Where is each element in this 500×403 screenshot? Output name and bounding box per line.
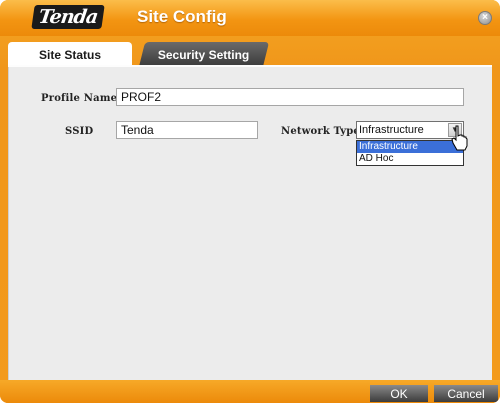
site-status-panel <box>8 67 492 380</box>
cancel-button[interactable]: Cancel <box>434 385 498 402</box>
profile-name-label: Profile Name <box>41 93 118 104</box>
profile-name-input[interactable] <box>116 88 464 106</box>
network-type-select[interactable]: Infrastructure ▼ <box>356 121 464 139</box>
window-title: Site Config <box>137 7 227 26</box>
tab-site-status[interactable]: Site Status <box>8 42 132 67</box>
network-type-label: Network Type <box>281 126 360 137</box>
close-icon[interactable]: × <box>478 11 492 25</box>
title-bar[interactable]: Tenda Site Config × <box>0 0 500 36</box>
ssid-input[interactable] <box>116 121 258 139</box>
tab-security-setting[interactable]: Security Setting <box>138 42 270 67</box>
option-ad-hoc[interactable]: AD Hoc <box>357 153 463 165</box>
network-type-dropdown: Infrastructure AD Hoc <box>356 140 464 166</box>
hand-cursor-icon <box>451 125 468 151</box>
tab-label: Site Status <box>38 48 101 62</box>
ok-button[interactable]: OK <box>370 385 428 402</box>
tenda-logo: Tenda <box>31 5 105 29</box>
network-type-value: Infrastructure <box>359 124 424 136</box>
tab-bar: Site Status Security Setting <box>8 42 492 67</box>
option-infrastructure[interactable]: Infrastructure <box>357 141 463 153</box>
ssid-label: SSID <box>65 126 94 137</box>
site-config-window: Tenda Site Config × Site Status Security… <box>0 0 500 403</box>
